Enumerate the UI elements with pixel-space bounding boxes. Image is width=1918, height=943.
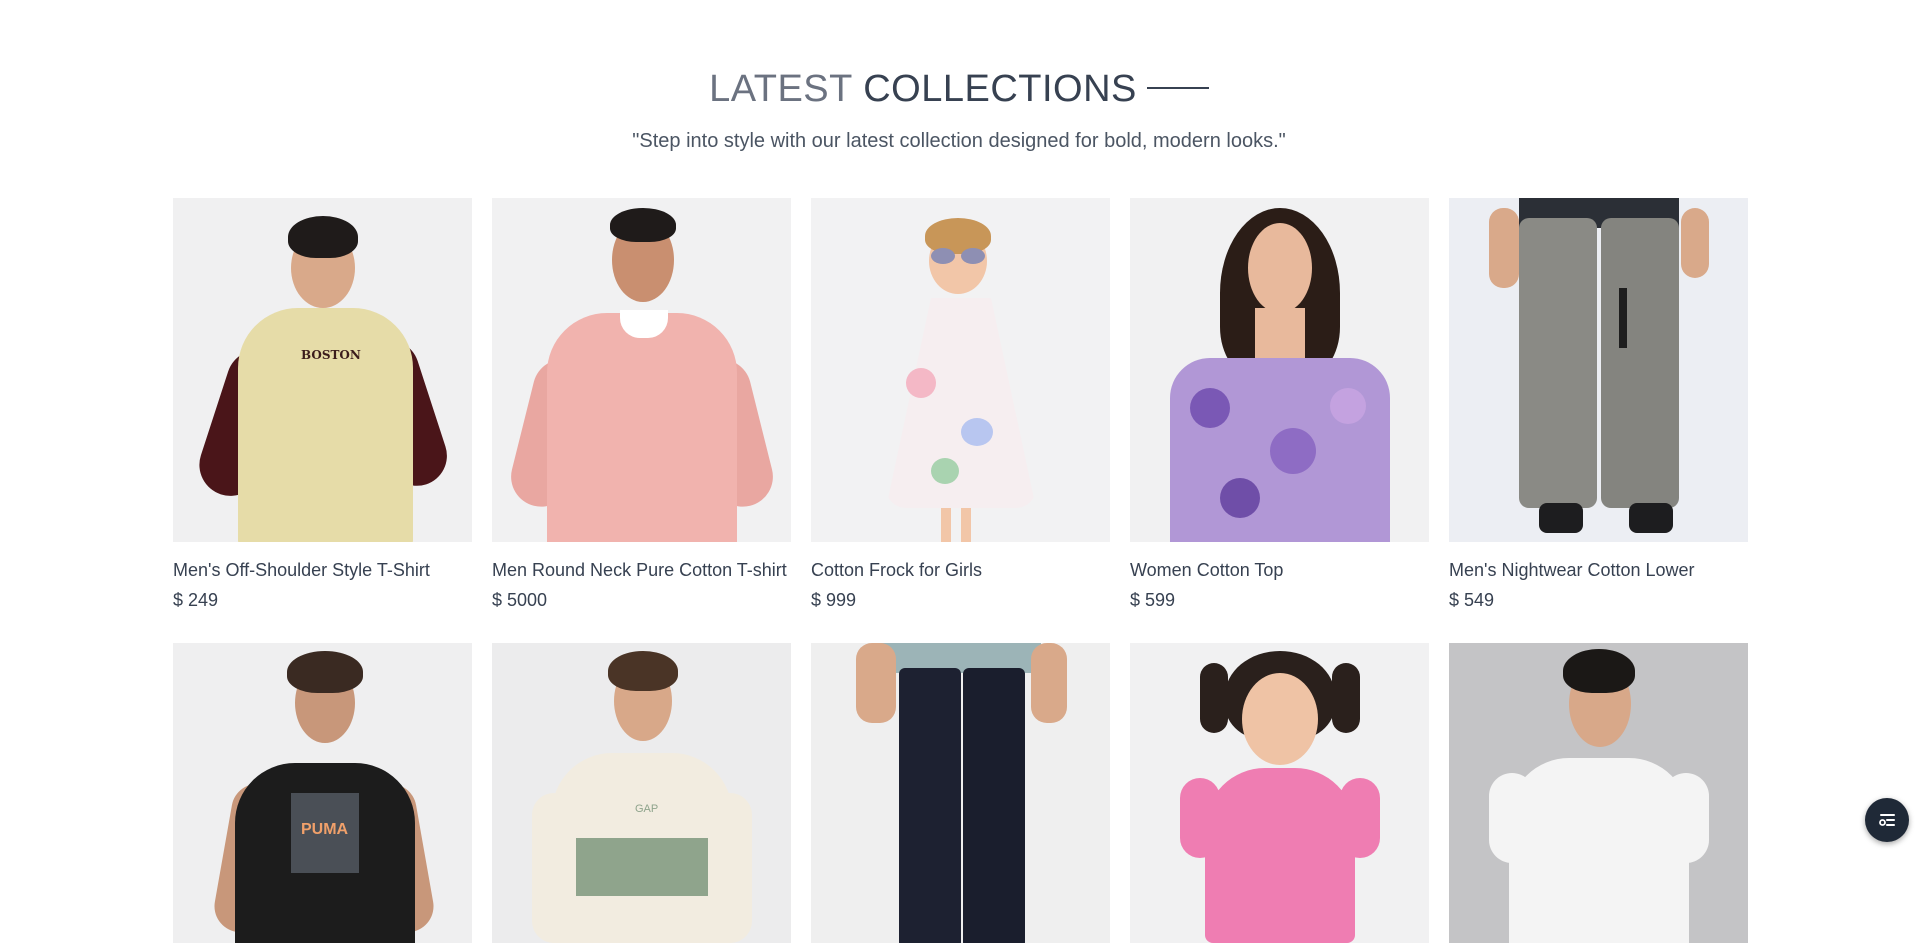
product-image[interactable] xyxy=(1130,643,1429,943)
product-card[interactable] xyxy=(1130,643,1429,943)
shirt-print-text: PUMA xyxy=(301,821,349,838)
product-image[interactable]: GAP xyxy=(492,643,791,943)
product-card[interactable] xyxy=(1449,643,1748,943)
product-image[interactable] xyxy=(1449,198,1748,542)
product-card[interactable]: Men's Nightwear Cotton Lower $ 549 xyxy=(1449,198,1748,610)
product-card[interactable] xyxy=(811,643,1110,943)
product-card[interactable]: Women Cotton Top $ 599 xyxy=(1130,198,1429,610)
list-settings-icon xyxy=(1879,814,1895,826)
shirt-print-text: BOSTON xyxy=(301,348,361,362)
product-price: $ 249 xyxy=(173,590,219,610)
product-card[interactable]: BOSTON Men's Off-Shoulder Style T-Shirt … xyxy=(173,198,472,610)
product-price: $ 5000 xyxy=(492,590,548,610)
title-dark: COLLECTIONS xyxy=(863,68,1137,110)
product-image[interactable] xyxy=(811,198,1110,542)
title-light: LATEST xyxy=(709,68,853,110)
product-name[interactable]: Women Cotton Top xyxy=(1130,560,1283,581)
product-name[interactable]: Men's Nightwear Cotton Lower xyxy=(1449,560,1695,581)
product-card[interactable]: Cotton Frock for Girls $ 999 xyxy=(811,198,1110,610)
product-price: $ 549 xyxy=(1449,590,1495,610)
shirt-print-text: GAP xyxy=(635,803,659,815)
product-image[interactable] xyxy=(1130,198,1429,542)
product-image[interactable] xyxy=(811,643,1110,943)
product-image[interactable]: PUMA xyxy=(173,643,472,943)
product-image[interactable]: BOSTON xyxy=(173,198,472,542)
product-name[interactable]: Men Round Neck Pure Cotton T-shirt xyxy=(492,560,787,581)
product-image[interactable] xyxy=(1449,643,1748,943)
section-title: LATEST COLLECTIONS xyxy=(0,66,1918,112)
product-name[interactable]: Men's Off-Shoulder Style T-Shirt xyxy=(173,560,430,581)
product-image[interactable] xyxy=(492,198,791,542)
title-divider xyxy=(1146,86,1209,89)
floating-action-button[interactable] xyxy=(1865,798,1909,842)
product-card[interactable]: Men Round Neck Pure Cotton T-shirt $ 500… xyxy=(492,198,791,610)
section-subtitle: "Step into style with our latest collect… xyxy=(632,130,1286,152)
product-price: $ 999 xyxy=(811,590,857,610)
product-price: $ 599 xyxy=(1130,590,1176,610)
product-card[interactable]: PUMA xyxy=(173,643,472,943)
product-name[interactable]: Cotton Frock for Girls xyxy=(811,560,982,581)
product-card[interactable]: GAP xyxy=(492,643,791,943)
